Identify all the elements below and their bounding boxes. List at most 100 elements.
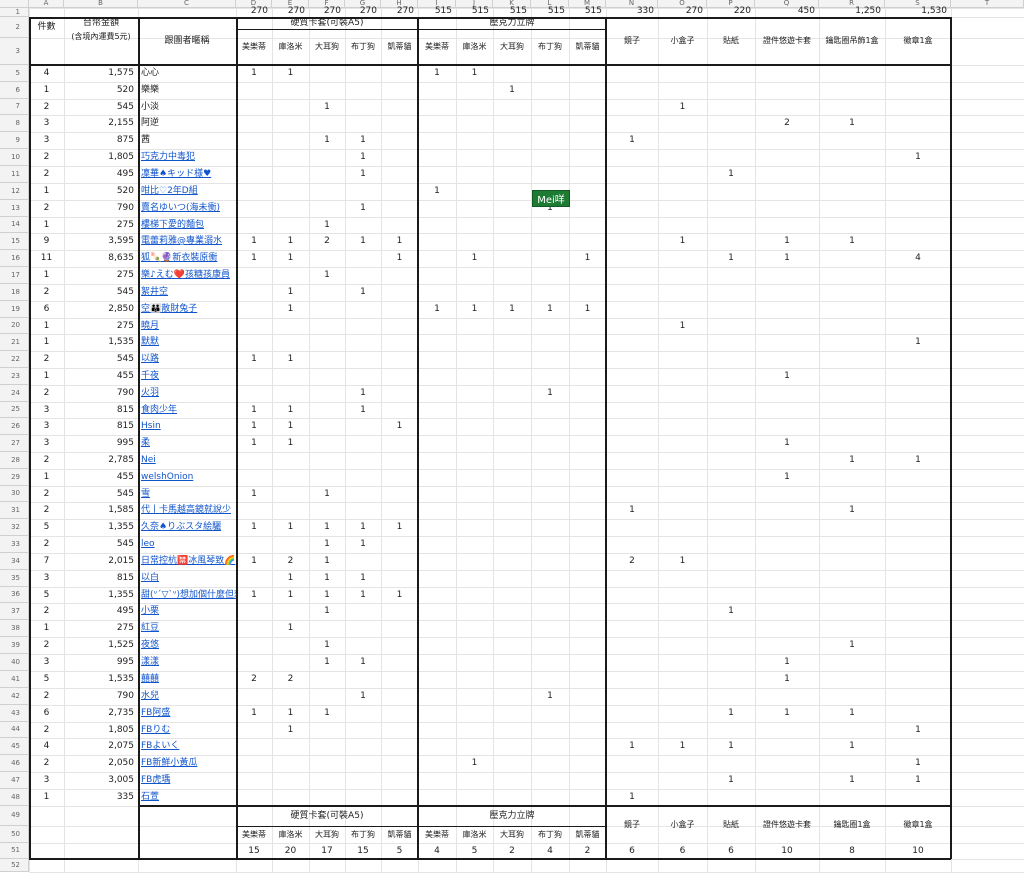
amount-cell[interactable]: 520 [64, 183, 138, 200]
row-header[interactable]: 13 [0, 200, 29, 217]
quantity-cell[interactable]: 1 [819, 772, 885, 789]
quantity-cell[interactable]: 1 [272, 402, 309, 418]
amount-cell[interactable]: 875 [64, 132, 138, 149]
amount-cell[interactable]: 995 [64, 435, 138, 452]
amount-cell[interactable]: 545 [64, 351, 138, 368]
amount-cell[interactable]: 8,635 [64, 250, 138, 267]
member-name-cell[interactable]: 凜華♠キッド様♥ [138, 166, 236, 183]
footer-subcolumn-header[interactable]: 大耳狗 [493, 826, 531, 843]
member-name-cell[interactable]: 水兒 [138, 688, 236, 705]
quantity-cell[interactable]: 1 [236, 233, 272, 250]
row-header[interactable]: 27 [0, 435, 29, 452]
quantity-cell[interactable]: 1 [819, 502, 885, 519]
amount-cell[interactable]: 2,015 [64, 553, 138, 570]
footer-total-cell[interactable]: 15 [236, 843, 272, 859]
count-cell[interactable]: 2 [29, 688, 64, 705]
price-cell[interactable]: 330 [606, 5, 658, 17]
quantity-cell[interactable]: 1 [819, 637, 885, 654]
quantity-cell[interactable]: 1 [658, 738, 707, 755]
quantity-cell[interactable]: 1 [819, 452, 885, 469]
quantity-cell[interactable]: 1 [345, 688, 381, 705]
count-cell[interactable]: 1 [29, 334, 64, 351]
amount-cell[interactable]: 520 [64, 82, 138, 99]
quantity-cell[interactable]: 1 [272, 435, 309, 452]
row-header[interactable]: 23 [0, 368, 29, 385]
count-cell[interactable]: 2 [29, 755, 64, 772]
member-name-cell[interactable]: 以路 [138, 351, 236, 368]
selected-cell-tooltip[interactable]: Mei咩 [532, 190, 570, 207]
quantity-cell[interactable]: 2 [606, 553, 658, 570]
amount-cell[interactable]: 545 [64, 284, 138, 301]
price-cell[interactable]: 515 [456, 5, 493, 17]
quantity-cell[interactable]: 1 [345, 654, 381, 671]
price-cell[interactable]: 270 [236, 5, 272, 17]
quantity-cell[interactable]: 1 [345, 536, 381, 553]
amount-cell[interactable]: 275 [64, 217, 138, 233]
quantity-cell[interactable]: 1 [309, 132, 345, 149]
quantity-cell[interactable]: 1 [236, 486, 272, 502]
footer-total-cell[interactable]: 5 [381, 843, 418, 859]
quantity-cell[interactable]: 1 [272, 233, 309, 250]
row-header[interactable]: 7 [0, 99, 29, 115]
row-header[interactable]: 6 [0, 82, 29, 99]
row-header[interactable]: 37 [0, 603, 29, 620]
column-header-c[interactable]: C [138, 0, 236, 8]
quantity-cell[interactable]: 1 [885, 755, 951, 772]
footer-card-sleeve-group[interactable]: 硬質卡套(可裝A5) [236, 806, 418, 826]
footer-total-cell[interactable]: 20 [272, 843, 309, 859]
quantity-cell[interactable]: 1 [707, 250, 755, 267]
member-name-cell[interactable]: 阿逆 [138, 115, 236, 132]
quantity-cell[interactable]: 1 [309, 637, 345, 654]
row-header[interactable]: 50 [0, 826, 29, 843]
subcolumn-header[interactable]: 庫洛米 [456, 29, 493, 65]
footer-subcolumn-header[interactable]: 庫洛米 [272, 826, 309, 843]
amount-cell[interactable]: 1,525 [64, 637, 138, 654]
count-cell[interactable]: 9 [29, 233, 64, 250]
member-name-cell[interactable]: 樓梯下愛的麵包 [138, 217, 236, 233]
count-cell[interactable]: 1 [29, 82, 64, 99]
count-header[interactable]: 件數 [29, 17, 64, 38]
subcolumn-header[interactable]: 凱蒂貓 [381, 29, 418, 65]
quantity-cell[interactable]: 1 [236, 351, 272, 368]
count-cell[interactable]: 1 [29, 620, 64, 637]
item-header[interactable]: 貼紙 [707, 17, 755, 65]
member-name-cell[interactable]: FB阿盛 [138, 705, 236, 722]
column-header-b[interactable]: B [64, 0, 138, 8]
member-name-cell[interactable]: 久奈♠りぶスタ絵驪 [138, 519, 236, 536]
quantity-cell[interactable]: 1 [345, 402, 381, 418]
amount-cell[interactable]: 815 [64, 570, 138, 587]
quantity-cell[interactable]: 1 [272, 351, 309, 368]
member-name-cell[interactable]: 火羽 [138, 385, 236, 402]
quantity-cell[interactable]: 1 [456, 301, 493, 318]
count-cell[interactable]: 2 [29, 284, 64, 301]
member-name-cell[interactable]: 食肉少年 [138, 402, 236, 418]
quantity-cell[interactable]: 1 [345, 519, 381, 536]
quantity-cell[interactable]: 1 [418, 301, 456, 318]
count-cell[interactable]: 11 [29, 250, 64, 267]
quantity-cell[interactable]: 1 [606, 789, 658, 806]
member-name-cell[interactable]: leo [138, 536, 236, 553]
amount-cell[interactable]: 2,155 [64, 115, 138, 132]
row-header[interactable]: 3 [0, 38, 29, 65]
footer-item-header[interactable]: 證件悠遊卡套 [755, 806, 819, 843]
count-cell[interactable]: 2 [29, 166, 64, 183]
quantity-cell[interactable]: 4 [885, 250, 951, 267]
quantity-cell[interactable]: 1 [236, 705, 272, 722]
count-cell[interactable]: 2 [29, 99, 64, 115]
quantity-cell[interactable]: 1 [819, 738, 885, 755]
item-header[interactable]: 鏡子 [606, 17, 658, 65]
quantity-cell[interactable]: 1 [755, 250, 819, 267]
row-header[interactable]: 1 [0, 8, 29, 17]
member-name-cell[interactable]: 絮井空 [138, 284, 236, 301]
count-cell[interactable]: 1 [29, 318, 64, 334]
footer-total-cell[interactable]: 6 [658, 843, 707, 859]
quantity-cell[interactable]: 1 [272, 519, 309, 536]
subcolumn-header[interactable]: 美樂蒂 [236, 29, 272, 65]
quantity-cell[interactable]: 1 [272, 587, 309, 603]
row-header[interactable]: 30 [0, 486, 29, 502]
row-header[interactable]: 17 [0, 267, 29, 284]
footer-total-cell[interactable]: 4 [418, 843, 456, 859]
row-header[interactable]: 29 [0, 469, 29, 486]
quantity-cell[interactable]: 2 [309, 233, 345, 250]
row-header[interactable]: 24 [0, 385, 29, 402]
